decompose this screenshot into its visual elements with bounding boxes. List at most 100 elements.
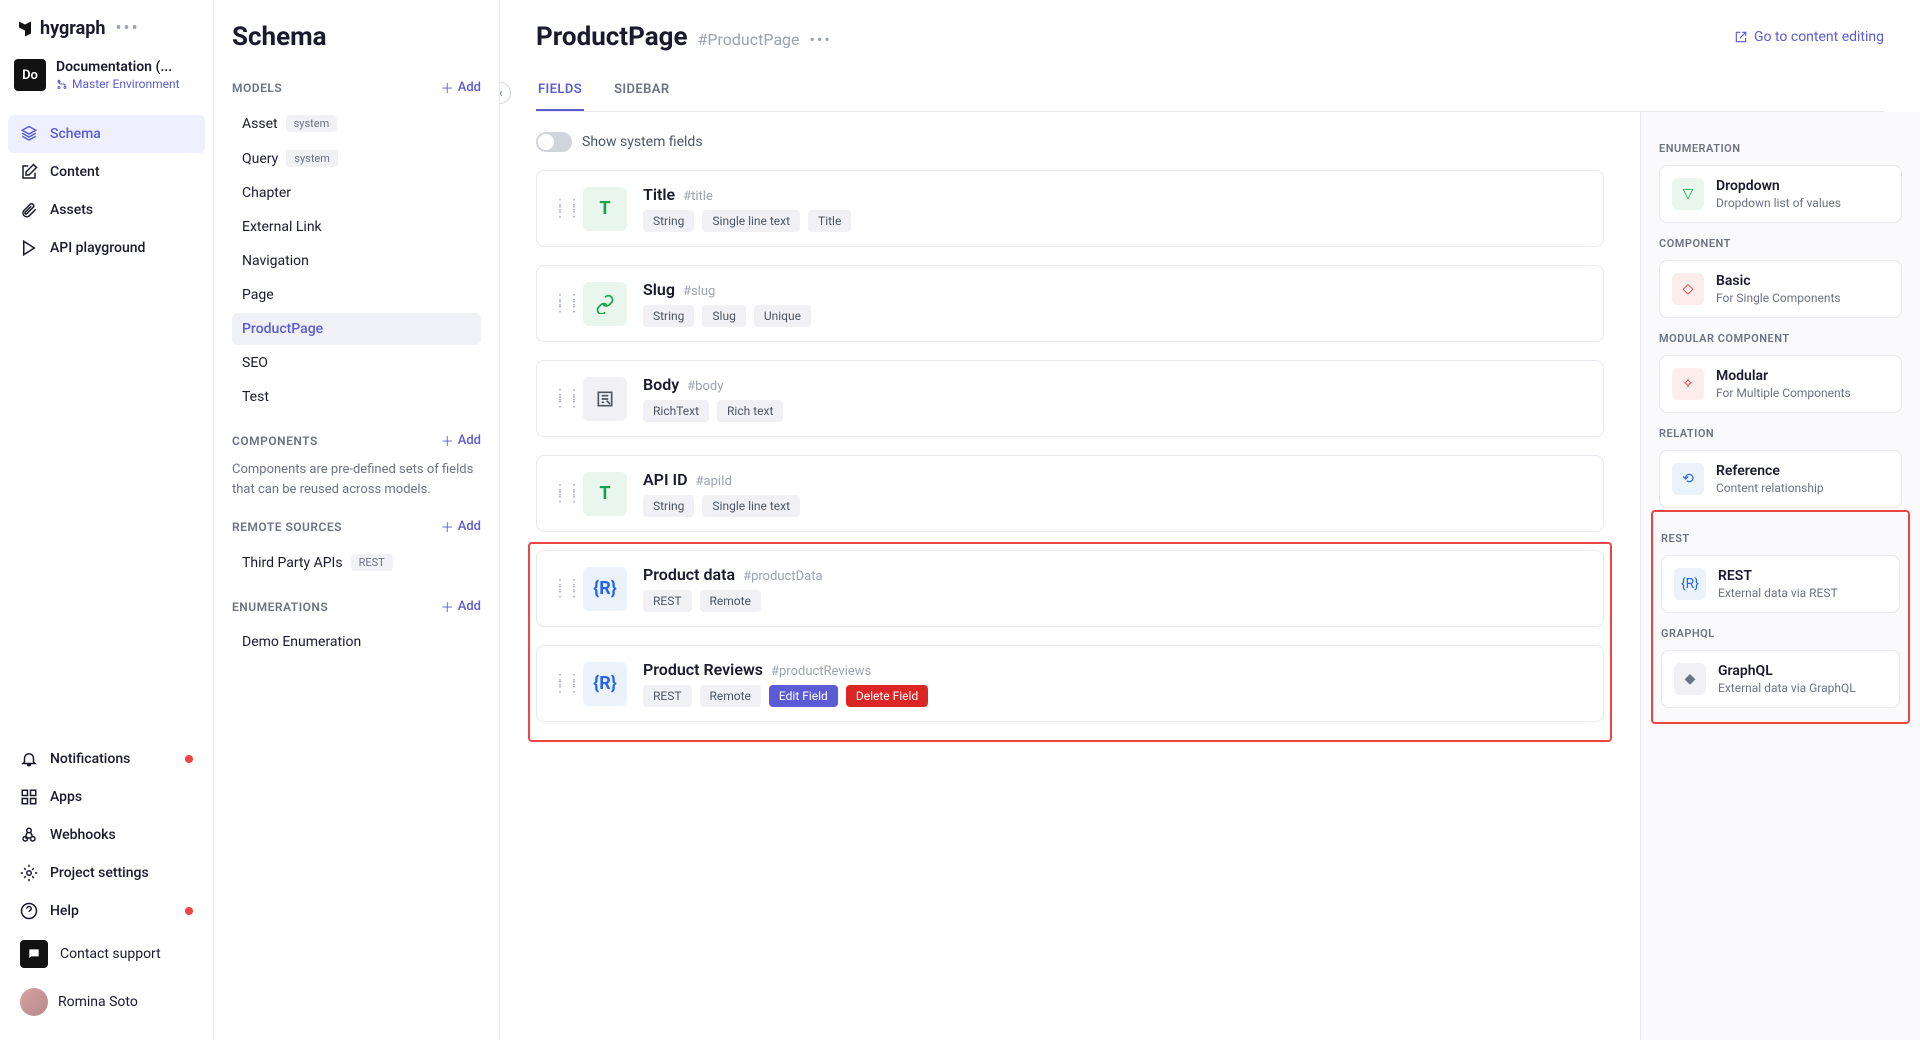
field-tag: REST xyxy=(643,685,692,707)
tab-fields[interactable]: FIELDS xyxy=(536,72,584,111)
nav-help[interactable]: Help xyxy=(8,892,205,930)
nav-project-settings[interactable]: Project settings xyxy=(8,854,205,892)
field-tag: RichText xyxy=(643,400,709,422)
field-type-card[interactable]: ✧ Modular For Multiple Components xyxy=(1659,355,1902,413)
model-item[interactable]: ProductPage xyxy=(232,313,481,345)
field-card[interactable]: ⋮⋮⋮⋮ Slug#slug StringSlugUnique xyxy=(536,265,1604,342)
field-tag: Single line text xyxy=(702,210,800,232)
field-type-desc: External data via REST xyxy=(1718,586,1838,600)
field-action-purple[interactable]: Edit Field xyxy=(769,685,838,707)
field-type-title: Reference xyxy=(1716,463,1824,479)
field-type-title: REST xyxy=(1718,568,1838,584)
nav-schema[interactable]: Schema xyxy=(8,115,205,153)
branch-icon xyxy=(56,78,68,90)
nav-assets[interactable]: Assets xyxy=(8,191,205,229)
add-enum-button[interactable]: ＋ Add xyxy=(441,597,481,616)
project-env[interactable]: Master Environment xyxy=(56,77,199,91)
drag-handle-icon[interactable]: ⋮⋮⋮⋮ xyxy=(553,582,567,596)
drag-handle-icon[interactable]: ⋮⋮⋮⋮ xyxy=(553,297,567,311)
field-tag: Unique xyxy=(754,305,811,327)
project-switcher[interactable]: Do Documentation (... Master Environment xyxy=(0,51,213,107)
field-card[interactable]: ⋮⋮⋮⋮ T Title#title StringSingle line tex… xyxy=(536,170,1604,247)
field-type-card[interactable]: ⟲ Reference Content relationship xyxy=(1659,450,1902,508)
edit-icon xyxy=(20,163,38,181)
field-tag: String xyxy=(643,495,694,517)
user-menu[interactable]: Romina Soto xyxy=(8,978,205,1026)
model-item[interactable]: Querysystem xyxy=(232,142,481,175)
field-type-card[interactable]: {R} REST External data via REST xyxy=(1661,555,1900,613)
field-type-title: Modular xyxy=(1716,368,1851,384)
grid-icon xyxy=(20,788,38,806)
remote-heading: REMOTE SOURCES xyxy=(232,520,342,534)
drag-handle-icon[interactable]: ⋮⋮⋮⋮ xyxy=(553,677,567,691)
field-tag: Slug xyxy=(702,305,745,327)
field-card[interactable]: ⋮⋮⋮⋮ {R} Product Reviews#productReviews … xyxy=(536,645,1604,722)
field-card[interactable]: ⋮⋮⋮⋮ T API ID#apiId StringSingle line te… xyxy=(536,455,1604,532)
rail-section-label: GRAPHQL xyxy=(1661,627,1900,640)
remote-item[interactable]: Third Party APIsREST xyxy=(232,546,481,579)
main-sidebar: hygraph ••• Do Documentation (... Master… xyxy=(0,0,214,1040)
nav-notifications[interactable]: Notifications xyxy=(8,740,205,778)
model-item[interactable]: External Link xyxy=(232,211,481,243)
model-item[interactable]: Navigation xyxy=(232,245,481,277)
field-card[interactable]: ⋮⋮⋮⋮ {R} Product data#productData RESTRe… xyxy=(536,550,1604,627)
field-tag: String xyxy=(643,305,694,327)
schema-panel: Schema MODELS ＋ Add AssetsystemQuerysyst… xyxy=(214,0,500,1040)
field-type-title: GraphQL xyxy=(1718,663,1856,679)
model-item[interactable]: SEO xyxy=(232,347,481,379)
system-fields-toggle[interactable] xyxy=(536,132,572,152)
nav-apps[interactable]: Apps xyxy=(8,778,205,816)
contact-support-button[interactable]: Contact support xyxy=(8,930,205,978)
schema-title: Schema xyxy=(232,22,481,52)
nav-content[interactable]: Content xyxy=(8,153,205,191)
field-type-icon: {R} xyxy=(583,662,627,706)
drag-handle-icon[interactable]: ⋮⋮⋮⋮ xyxy=(553,392,567,406)
project-name: Documentation (... xyxy=(56,59,199,75)
field-type-desc: For Single Components xyxy=(1716,291,1841,305)
field-name: API ID xyxy=(643,470,688,489)
nav-webhooks[interactable]: Webhooks xyxy=(8,816,205,854)
content-editing-link[interactable]: Go to content editing xyxy=(1734,29,1884,45)
enums-heading: ENUMERATIONS xyxy=(232,600,328,614)
field-name: Product data xyxy=(643,565,735,584)
field-type-icon: ◇ xyxy=(1672,273,1704,305)
field-api-id: #body xyxy=(687,379,723,394)
model-menu-icon[interactable]: ••• xyxy=(810,30,832,49)
drag-handle-icon[interactable]: ⋮⋮⋮⋮ xyxy=(553,487,567,501)
field-tag: Rich text xyxy=(717,400,783,422)
field-tag: REST xyxy=(643,590,692,612)
field-type-card[interactable]: ◆ GraphQL External data via GraphQL xyxy=(1661,650,1900,708)
rail-section-label: REST xyxy=(1661,532,1900,545)
add-remote-button[interactable]: ＋ Add xyxy=(441,517,481,536)
field-action-red[interactable]: Delete Field xyxy=(846,685,928,707)
highlight-box: ⋮⋮⋮⋮ {R} Product data#productData RESTRe… xyxy=(528,542,1612,742)
field-type-card[interactable]: ◇ Basic For Single Components xyxy=(1659,260,1902,318)
bell-icon xyxy=(20,750,38,768)
enum-item[interactable]: Demo Enumeration xyxy=(232,626,481,658)
field-card[interactable]: ⋮⋮⋮⋮ Body#body RichTextRich text xyxy=(536,360,1604,437)
field-tag: Remote xyxy=(700,685,761,707)
field-type-icon xyxy=(583,377,627,421)
model-item[interactable]: Assetsystem xyxy=(232,107,481,140)
add-component-button[interactable]: ＋ Add xyxy=(441,431,481,450)
drag-handle-icon[interactable]: ⋮⋮⋮⋮ xyxy=(553,202,567,216)
highlight-box: REST{R} REST External data via RESTGRAPH… xyxy=(1651,510,1910,724)
model-item[interactable]: Test xyxy=(232,381,481,413)
tab-sidebar[interactable]: SIDEBAR xyxy=(612,72,671,111)
help-icon xyxy=(20,902,38,920)
brand-logo[interactable]: hygraph xyxy=(16,18,105,39)
brand-menu-icon[interactable]: ••• xyxy=(115,18,139,39)
field-type-card[interactable]: ▽ Dropdown Dropdown list of values xyxy=(1659,165,1902,223)
add-model-button[interactable]: ＋ Add xyxy=(441,78,481,97)
paperclip-icon xyxy=(20,201,38,219)
model-item[interactable]: Page xyxy=(232,279,481,311)
field-type-desc: Content relationship xyxy=(1716,481,1824,495)
chat-icon xyxy=(27,947,41,961)
field-name: Slug xyxy=(643,280,675,299)
nav-api-playground[interactable]: API playground xyxy=(8,229,205,267)
field-tag: String xyxy=(643,210,694,232)
model-item[interactable]: Chapter xyxy=(232,177,481,209)
model-title: ProductPage xyxy=(536,22,688,52)
components-heading: COMPONENTS xyxy=(232,434,318,448)
field-name: Title xyxy=(643,185,675,204)
